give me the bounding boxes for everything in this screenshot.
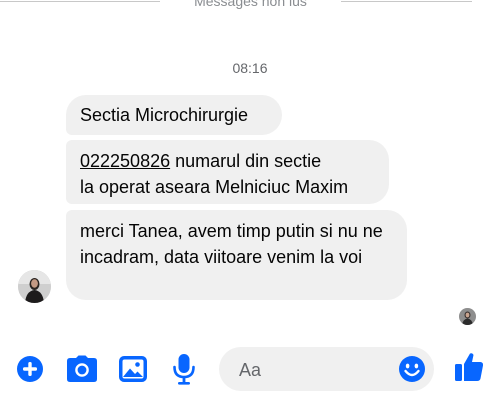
message-composer	[0, 345, 500, 395]
divider-line-right	[341, 1, 472, 2]
plus-circle-icon[interactable]	[14, 353, 46, 385]
message-text: merci Tanea, avem timp putin si nu ne in…	[80, 221, 383, 267]
thumbs-up-icon[interactable]	[453, 351, 485, 383]
message-input-container[interactable]	[219, 347, 434, 391]
message-bubble[interactable]: Sectia Microchirurgie	[66, 95, 282, 135]
message-bubble[interactable]: merci Tanea, avem timp putin si nu ne in…	[66, 210, 407, 300]
smiley-icon[interactable]	[398, 355, 426, 383]
message-timestamp: 08:16	[232, 60, 268, 76]
message-input[interactable]	[237, 357, 391, 383]
chat-screen: Messages non lus 08:16 Sectia Microchiru…	[0, 0, 500, 417]
sender-avatar[interactable]	[18, 270, 51, 303]
divider-line-left	[0, 1, 160, 2]
message-text: Sectia Microchirurgie	[80, 105, 249, 125]
message-text: numarul din sectie	[170, 151, 322, 171]
seen-receipt-avatar	[459, 308, 476, 325]
message-text: la operat aseara Melniciuc Maxim	[80, 177, 349, 197]
camera-icon[interactable]	[66, 353, 98, 385]
unread-divider: Messages non lus	[0, 0, 500, 12]
phone-number-link[interactable]: 022250826	[80, 151, 170, 171]
microphone-icon[interactable]	[168, 353, 200, 385]
message-bubble[interactable]: 022250826 numarul din sectie la operat a…	[66, 140, 389, 204]
image-icon[interactable]	[117, 353, 149, 385]
unread-label: Messages non lus	[194, 0, 307, 9]
